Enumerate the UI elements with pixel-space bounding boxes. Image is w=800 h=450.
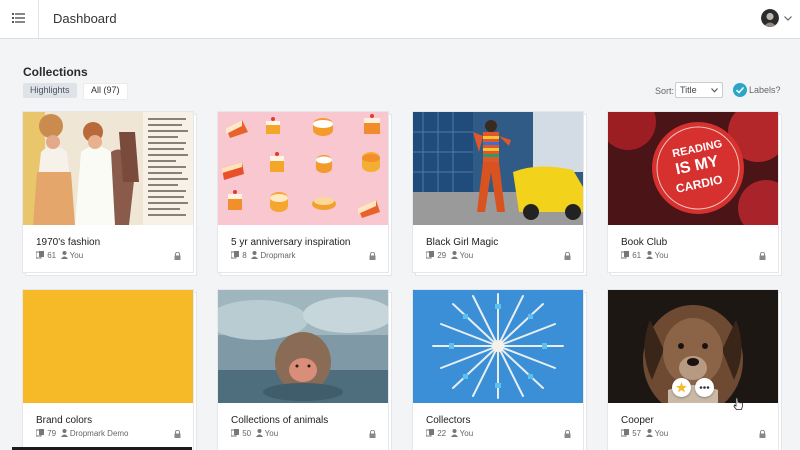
- sort-select[interactable]: Title: [675, 82, 723, 98]
- collection-title: Collectors: [426, 415, 471, 426]
- user-icon: [251, 251, 259, 259]
- user-icon: [255, 429, 263, 437]
- collection-thumbnail: [413, 290, 583, 403]
- collection-thumbnail: [218, 112, 388, 225]
- top-bar: Dashboard: [0, 0, 800, 39]
- user-icon: [450, 251, 458, 259]
- user-icon: [645, 429, 653, 437]
- collection-owner: Dropmark Demo: [69, 429, 129, 438]
- lock-icon: [564, 252, 571, 260]
- lock-icon: [564, 430, 571, 438]
- collection-meta: 29 You: [425, 251, 474, 260]
- collection-title: Brand colors: [36, 415, 93, 426]
- lock-icon: [759, 430, 766, 438]
- lock-icon: [369, 252, 376, 260]
- collection-thumbnail: [23, 112, 193, 225]
- collection-card[interactable]: Cooper 57 You: [608, 290, 778, 450]
- user-icon: [60, 251, 68, 259]
- collection-thumbnail: [413, 112, 583, 225]
- collection-meta: 61 You: [35, 251, 84, 260]
- chevron-down-icon: [711, 88, 718, 93]
- more-options-button[interactable]: [695, 378, 714, 397]
- collection-title: 5 yr anniversary inspiration: [231, 237, 351, 248]
- page-title: Dashboard: [53, 11, 117, 26]
- collection-meta: 50 You: [230, 429, 279, 438]
- collection-owner: You: [69, 251, 84, 260]
- collection-count: 22: [437, 429, 447, 438]
- lock-icon: [174, 430, 181, 438]
- collection-card[interactable]: 5 yr anniversary inspiration 8 Dropmark: [218, 112, 388, 272]
- user-icon: [450, 429, 458, 437]
- collection-meta: 79 Dropmark Demo: [35, 429, 129, 438]
- items-icon: [35, 429, 44, 437]
- section-title: Collections: [23, 65, 88, 79]
- collection-meta: 8 Dropmark: [230, 251, 296, 260]
- items-icon: [425, 251, 434, 259]
- collection-owner: You: [459, 429, 474, 438]
- collection-owner: You: [654, 251, 669, 260]
- collection-count: 57: [632, 429, 642, 438]
- collection-title: Black Girl Magic: [426, 237, 499, 248]
- collection-thumbnail: [23, 290, 193, 403]
- collection-thumbnail: [218, 290, 388, 403]
- items-icon: [230, 429, 239, 437]
- collection-title: Cooper: [621, 415, 654, 426]
- menu-button[interactable]: [0, 0, 39, 38]
- sort-value: Title: [680, 85, 697, 95]
- collection-owner: Dropmark: [260, 251, 296, 260]
- collection-title: 1970's fashion: [36, 237, 101, 248]
- collection-thumbnail: READING IS MY CARDIO: [608, 112, 778, 225]
- collection-card[interactable]: Collectors 22 You: [413, 290, 583, 450]
- collection-count: 61: [632, 251, 642, 260]
- collection-count: 79: [47, 429, 57, 438]
- chevron-down-icon[interactable]: [784, 16, 792, 21]
- collection-card[interactable]: Black Girl Magic 29 You: [413, 112, 583, 272]
- avatar[interactable]: [761, 9, 779, 27]
- star-button[interactable]: [672, 378, 691, 397]
- lock-icon: [369, 430, 376, 438]
- items-icon: [620, 429, 629, 437]
- collection-count: 29: [437, 251, 447, 260]
- collection-count: 8: [242, 251, 247, 260]
- lock-icon: [174, 252, 181, 260]
- collection-owner: You: [264, 429, 279, 438]
- items-icon: [35, 251, 44, 259]
- collection-card[interactable]: READING IS MY CARDIO Book Club 61 You: [608, 112, 778, 272]
- more-icon: [699, 386, 710, 389]
- items-icon: [425, 429, 434, 437]
- collection-owner: You: [459, 251, 474, 260]
- items-icon: [230, 251, 239, 259]
- collection-meta: 61 You: [620, 251, 669, 260]
- menu-icon: [12, 13, 25, 23]
- user-icon: [645, 251, 653, 259]
- star-icon: [676, 382, 687, 393]
- tab-all[interactable]: All (97): [83, 83, 128, 100]
- collection-thumbnail: [608, 290, 778, 403]
- user-icon: [60, 429, 68, 437]
- collection-count: 50: [242, 429, 252, 438]
- collection-card[interactable]: 1970's fashion 61 You: [23, 112, 193, 272]
- collection-card[interactable]: Collections of animals 50 You: [218, 290, 388, 450]
- collection-owner: You: [654, 429, 669, 438]
- collection-title: Book Club: [621, 237, 668, 248]
- labels-label: Labels?: [749, 85, 781, 95]
- collection-title: Collections of animals: [231, 415, 329, 426]
- collection-card[interactable]: Brand colors 79 Dropmark Demo: [23, 290, 193, 450]
- collection-count: 61: [47, 251, 57, 260]
- collection-meta: 22 You: [425, 429, 474, 438]
- items-icon: [620, 251, 629, 259]
- labels-icon: [733, 83, 747, 97]
- collection-meta: 57 You: [620, 429, 669, 438]
- tab-highlights[interactable]: Highlights: [23, 83, 77, 98]
- lock-icon: [759, 252, 766, 260]
- sort-label: Sort:: [655, 86, 675, 96]
